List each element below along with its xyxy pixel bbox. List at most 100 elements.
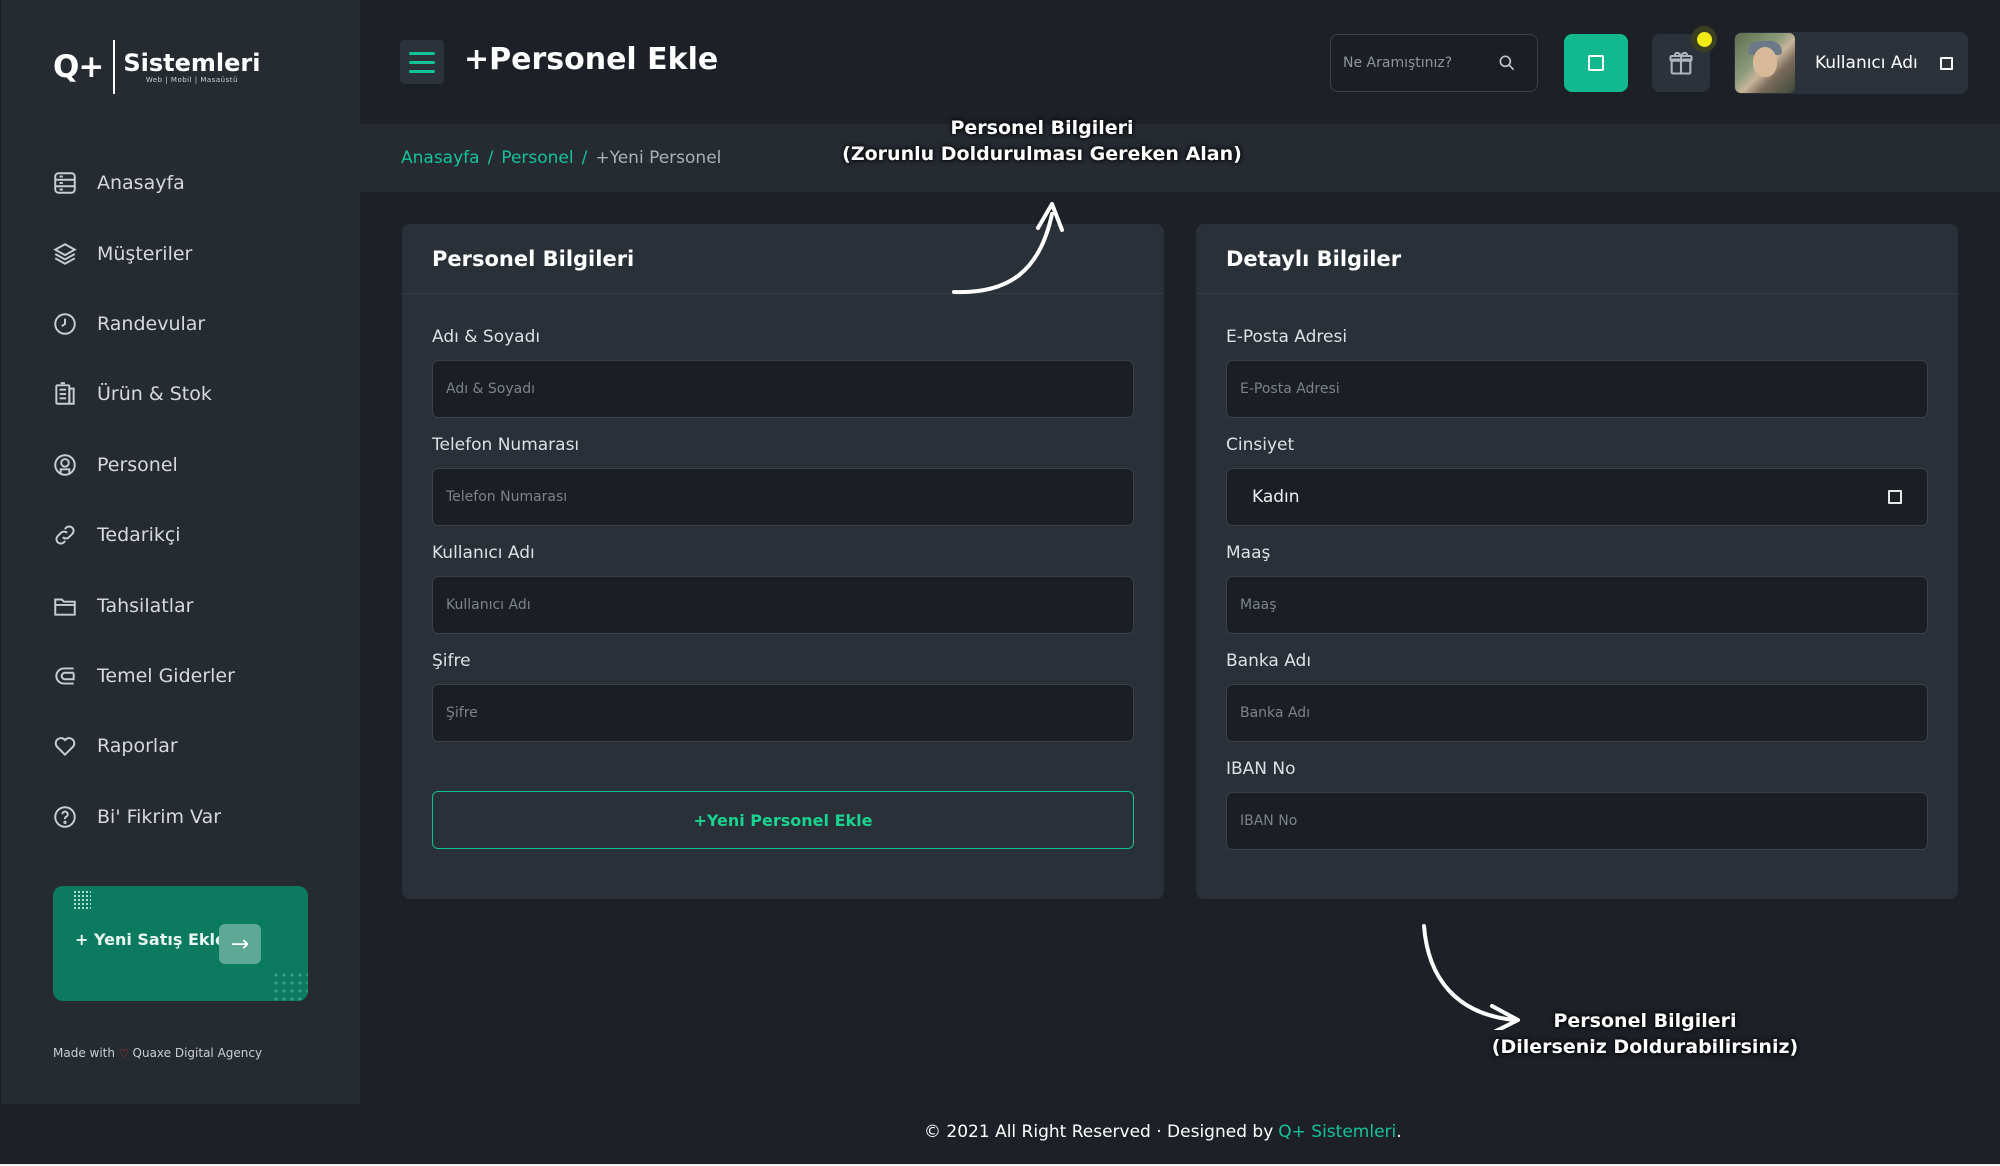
- gender-select[interactable]: Kadın: [1226, 468, 1928, 526]
- new-sale-label: + Yeni Satış Ekle: [75, 930, 226, 949]
- salary-label: Maaş: [1226, 543, 1271, 563]
- sidebar-item-label: Ürün & Stok: [97, 383, 212, 406]
- sidebar-item-anasayfa[interactable]: Anasayfa: [51, 148, 331, 218]
- annotation-optional: Personel Bilgileri (Dilerseniz Doldurabi…: [1480, 1008, 1810, 1060]
- bank-input[interactable]: [1226, 684, 1928, 742]
- folder-icon: [51, 592, 79, 620]
- sidebar-item-label: Temel Giderler: [97, 664, 235, 687]
- user-circle-icon: [51, 451, 79, 479]
- full-name-label: Adı & Soyadı: [432, 327, 541, 347]
- decorative-dots: [272, 971, 308, 1001]
- search-icon[interactable]: [1497, 53, 1517, 73]
- logo-divider: [113, 40, 116, 94]
- annotation-title: Personel Bilgileri: [950, 117, 1134, 139]
- expenses-icon: [51, 662, 79, 690]
- decorative-dots: [73, 890, 91, 910]
- avatar: [1735, 33, 1795, 93]
- dropdown-square-icon: [1888, 490, 1902, 504]
- breadcrumb-current: +Yeni Personel: [595, 148, 722, 168]
- email-label: E-Posta Adresi: [1226, 327, 1348, 347]
- copyright-text: © 2021 All Right Reserved · Designed by: [924, 1122, 1274, 1142]
- username-input[interactable]: [432, 576, 1134, 634]
- layers-icon: [51, 240, 79, 268]
- heart-icon: [51, 732, 79, 760]
- logo-text: Sistemleri Web | Mobil | Masaüstü: [123, 50, 260, 84]
- gender-selected-value: Kadın: [1252, 487, 1300, 507]
- annotation-title: Personel Bilgileri: [1553, 1010, 1737, 1032]
- breadcrumb-separator: /: [581, 148, 588, 168]
- sidebar-menu: Anasayfa Müşteriler Randevular Ürün & St…: [51, 148, 331, 852]
- page-title: +Personel Ekle: [464, 42, 719, 77]
- made-with-credit: Made with ♡ Quaxe Digital Agency: [53, 1046, 262, 1060]
- heart-icon: ♡: [118, 1047, 129, 1060]
- user-menu[interactable]: Kullanıcı Adı: [1734, 32, 1968, 94]
- sidebar-item-label: Anasayfa: [97, 172, 185, 195]
- password-input[interactable]: [432, 684, 1134, 742]
- fullscreen-button[interactable]: [1564, 34, 1628, 92]
- footer-text: © 2021 All Right Reserved · Designed by Q…: [924, 1122, 1402, 1142]
- app-logo[interactable]: Q+ Sistemleri Web | Mobil | Masaüstü: [53, 40, 260, 94]
- annotation-required: Personel Bilgileri (Zorunlu Doldurulması…: [842, 115, 1242, 167]
- bank-label: Banka Adı: [1226, 651, 1312, 671]
- footer: © 2021 All Right Reserved · Designed by Q…: [0, 1104, 2000, 1166]
- breadcrumb-home[interactable]: Anasayfa: [401, 148, 480, 168]
- square-icon: [1588, 55, 1604, 71]
- link-icon: [51, 521, 79, 549]
- add-personnel-button[interactable]: +Yeni Personel Ekle: [432, 791, 1134, 849]
- clock-icon: [51, 310, 79, 338]
- sidebar-item-label: Bi' Fikrim Var: [97, 805, 222, 828]
- phone-label: Telefon Numarası: [432, 435, 580, 455]
- annotation-note: (Dilerseniz Doldurabilirsiniz): [1491, 1036, 1799, 1058]
- new-sale-promo-card[interactable]: + Yeni Satış Ekle →: [53, 886, 308, 1001]
- sidebar-item-randevular[interactable]: Randevular: [51, 289, 331, 359]
- top-header: +Personel Ekle Kullanıcı Adı: [360, 0, 2000, 124]
- logo-mark: Q+: [53, 49, 104, 85]
- sidebar-item-urun-stok[interactable]: Ürün & Stok: [51, 359, 331, 429]
- breadcrumb-separator: /: [487, 148, 494, 168]
- password-label: Şifre: [432, 651, 471, 671]
- sidebar-item-label: Raporlar: [97, 735, 178, 758]
- annotation-note: (Zorunlu Doldurulması Gereken Alan): [842, 143, 1242, 165]
- phone-input[interactable]: [432, 468, 1134, 526]
- search-box[interactable]: [1330, 34, 1538, 92]
- sidebar-item-tahsilatlar[interactable]: Tahsilatlar: [51, 570, 331, 640]
- menu-toggle-icon[interactable]: [400, 40, 444, 84]
- gender-label: Cinsiyet: [1226, 435, 1295, 455]
- user-name: Kullanıcı Adı: [1815, 53, 1918, 73]
- sidebar: Q+ Sistemleri Web | Mobil | Masaüstü Ana…: [0, 0, 360, 1104]
- personnel-info-card: Personel Bilgileri Adı & Soyadı Telefon …: [402, 224, 1164, 899]
- detailed-info-card: Detaylı Bilgiler E-Posta Adresi Cinsiyet…: [1196, 224, 1958, 899]
- sidebar-item-raporlar[interactable]: Raporlar: [51, 711, 331, 781]
- sidebar-item-musteriler[interactable]: Müşteriler: [51, 218, 331, 288]
- agency-name: Quaxe Digital Agency: [132, 1046, 263, 1060]
- dropdown-square-icon: [1939, 56, 1953, 70]
- gift-icon: [1669, 51, 1693, 75]
- inventory-icon: [51, 380, 79, 408]
- question-icon: [51, 803, 79, 831]
- sidebar-item-personel[interactable]: Personel: [51, 430, 331, 500]
- arrow-right-icon[interactable]: →: [219, 924, 261, 964]
- annotation-arrow-up-icon: [952, 202, 1064, 295]
- made-with-prefix: Made with: [53, 1046, 115, 1060]
- iban-label: IBAN No: [1226, 759, 1296, 779]
- email-field[interactable]: [1226, 360, 1928, 418]
- sidebar-item-fikir[interactable]: Bi' Fikrim Var: [51, 782, 331, 852]
- sidebar-item-label: Randevular: [97, 312, 206, 335]
- sidebar-item-label: Tedarikçi: [97, 524, 181, 547]
- sidebar-item-label: Müşteriler: [97, 242, 193, 265]
- logo-name: Sistemleri: [123, 49, 261, 77]
- breadcrumb-personel[interactable]: Personel: [501, 148, 573, 168]
- sidebar-item-temel-giderler[interactable]: Temel Giderler: [51, 641, 331, 711]
- search-input[interactable]: [1331, 55, 1491, 71]
- footer-brand-link[interactable]: Q+ Sistemleri: [1278, 1122, 1396, 1142]
- card-title: Detaylı Bilgiler: [1196, 224, 1958, 294]
- dashboard-icon: [51, 169, 79, 197]
- username-label: Kullanıcı Adı: [432, 543, 535, 563]
- full-name-input[interactable]: [432, 360, 1134, 418]
- sidebar-item-label: Tahsilatlar: [97, 594, 194, 617]
- breadcrumb: Anasayfa / Personel / +Yeni Personel: [401, 148, 721, 168]
- logo-subtitle: Web | Mobil | Masaüstü: [145, 76, 238, 84]
- iban-input[interactable]: [1226, 792, 1928, 850]
- sidebar-item-tedarikci[interactable]: Tedarikçi: [51, 500, 331, 570]
- salary-input[interactable]: [1226, 576, 1928, 634]
